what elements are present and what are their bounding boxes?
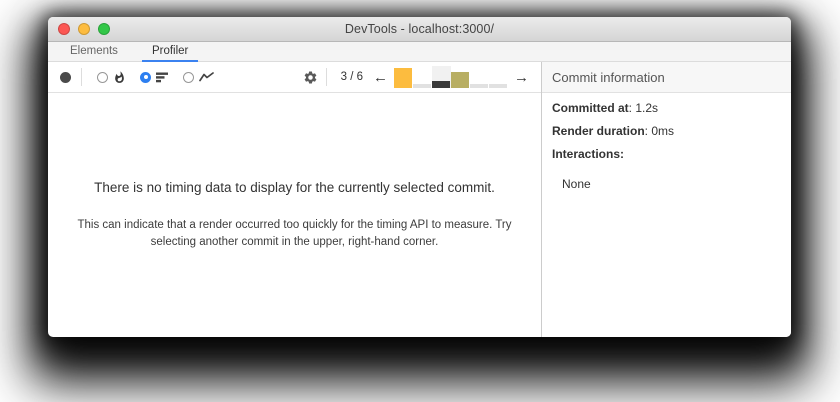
no-timing-data-message: There is no timing data to display for t… xyxy=(48,93,541,337)
ranked-bars-icon xyxy=(156,72,169,83)
screenshot-stage: DevTools - localhost:3000/ Elements Prof… xyxy=(0,0,840,402)
committed-at-row: Committed at: 1.2s xyxy=(552,101,781,116)
committed-at-label: Committed at xyxy=(552,101,629,115)
tab-elements[interactable]: Elements xyxy=(60,42,128,62)
close-window-button[interactable] xyxy=(58,23,70,35)
committed-at-value: 1.2s xyxy=(635,101,659,115)
render-duration-label: Render duration xyxy=(552,124,645,138)
interactions-icon xyxy=(199,72,214,82)
commit-info-content: Committed at: 1.2s Render duration: 0ms … xyxy=(542,93,791,199)
interactions-row: Interactions: xyxy=(552,147,781,162)
profiler-pane: 3 / 6 ← → There is no timing data to dis… xyxy=(48,62,542,337)
record-icon[interactable] xyxy=(60,71,71,83)
tab-elements-label: Elements xyxy=(70,45,118,57)
render-duration-row: Render duration: 0ms xyxy=(552,124,781,139)
tab-profiler-label: Profiler xyxy=(151,45,189,57)
minimize-window-button[interactable] xyxy=(78,23,90,35)
zoom-window-button[interactable] xyxy=(98,23,110,35)
mode-ranked[interactable] xyxy=(140,71,169,83)
mode-flamegraph[interactable] xyxy=(97,70,126,84)
interactions-label: Interactions xyxy=(552,147,621,161)
empty-body: This can indicate that a render occurred… xyxy=(77,218,512,248)
titlebar[interactable]: DevTools - localhost:3000/ xyxy=(48,17,791,42)
devtools-window: DevTools - localhost:3000/ Elements Prof… xyxy=(48,17,791,337)
render-duration-value: 0ms xyxy=(651,124,675,138)
next-commit-arrow-icon[interactable]: → xyxy=(510,70,533,85)
flame-icon xyxy=(113,70,126,84)
commit-bar[interactable] xyxy=(470,66,489,88)
commit-bar[interactable] xyxy=(489,66,508,88)
separator: : xyxy=(620,147,625,161)
commit-info-panel: Commit information Committed at: 1.2s Re… xyxy=(542,62,791,337)
prev-commit-arrow-icon[interactable]: ← xyxy=(369,70,392,85)
commit-position: 3 / 6 xyxy=(340,71,363,83)
gear-icon[interactable] xyxy=(303,70,318,85)
traffic-lights xyxy=(58,17,110,41)
profiler-toolbar: 3 / 6 ← → xyxy=(48,62,541,93)
commit-bars xyxy=(394,66,508,88)
toolbar-divider xyxy=(81,68,82,86)
empty-heading: There is no timing data to display for t… xyxy=(94,179,495,195)
interactions-value: None xyxy=(562,177,591,191)
window-title: DevTools - localhost:3000/ xyxy=(344,22,495,36)
ranked-radio[interactable] xyxy=(140,71,151,83)
tab-profiler[interactable]: Profiler xyxy=(141,42,199,62)
commit-bar[interactable] xyxy=(394,66,413,88)
commit-bar[interactable] xyxy=(451,66,470,88)
tab-bar: Elements Profiler xyxy=(48,42,791,62)
toolbar-divider xyxy=(325,68,327,86)
commit-bar[interactable] xyxy=(432,66,451,88)
flamegraph-radio[interactable] xyxy=(97,71,108,83)
commit-info-header: Commit information xyxy=(542,62,791,93)
interactions-radio[interactable] xyxy=(183,71,194,83)
commit-bar[interactable] xyxy=(413,66,432,88)
mode-interactions[interactable] xyxy=(183,71,214,83)
